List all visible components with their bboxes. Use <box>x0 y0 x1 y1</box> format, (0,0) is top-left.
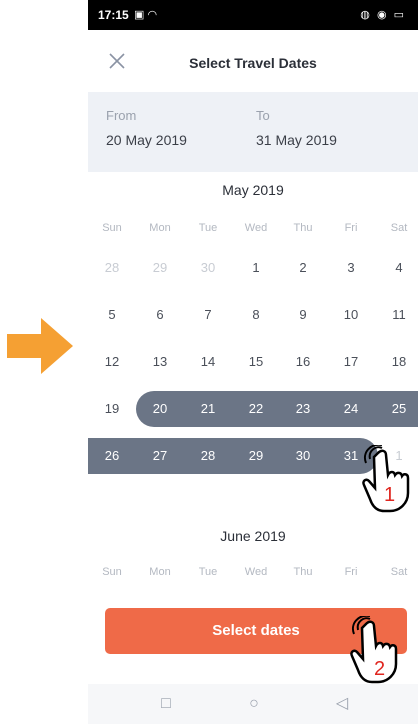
day-cell[interactable]: 15 <box>236 345 276 379</box>
day-cell-selected[interactable]: 25 <box>379 392 418 426</box>
to-label: To <box>256 108 270 123</box>
day-cell-selected[interactable]: 24 <box>331 392 371 426</box>
day-cell-selected[interactable]: 29 <box>236 439 276 473</box>
pointer-arrow-icon <box>7 318 73 374</box>
weekday-label: Fri <box>344 222 358 234</box>
day-cell-selected[interactable]: 30 <box>283 439 323 473</box>
day-cell-selected[interactable]: 23 <box>283 392 323 426</box>
day-cell: 30 <box>200 260 216 275</box>
home-icon[interactable]: ○ <box>244 694 264 714</box>
weekday-label: Wed <box>244 566 268 578</box>
weekday-label: Sun <box>102 222 122 234</box>
system-nav-bar: □ ○ ◁ <box>88 684 418 724</box>
weekday-label: Sat <box>390 222 408 234</box>
day-cell-selected[interactable]: 26 <box>92 439 132 473</box>
day-cell-selected[interactable]: 28 <box>188 439 228 473</box>
system-icons: ◍ ◉ ▭ <box>360 9 406 21</box>
weekday-label: Sat <box>390 566 408 578</box>
from-field[interactable]: From 20 May 2019 <box>106 108 187 148</box>
recent-apps-icon[interactable]: □ <box>156 694 176 714</box>
weekday-label: Wed <box>244 222 268 234</box>
day-cell[interactable]: 10 <box>331 298 371 332</box>
day-cell[interactable]: 5 <box>92 298 132 332</box>
from-label: From <box>106 108 137 123</box>
status-time: 17:15 <box>98 8 129 22</box>
day-cell: 28 <box>104 260 120 275</box>
status-bar: 17:15 ▣ ◠ ◍ ◉ ▭ <box>88 0 418 30</box>
day-cell[interactable]: 3 <box>331 251 371 285</box>
day-cell[interactable]: 12 <box>92 345 132 379</box>
month-title-may: May 2019 <box>222 182 284 198</box>
day-cell[interactable]: 18 <box>379 345 418 379</box>
back-icon[interactable]: ◁ <box>332 694 352 714</box>
weekday-label: Thu <box>293 566 313 578</box>
weekday-row-may: Sun Mon Tue Wed Thu Fri Sat <box>88 222 418 242</box>
phone-screen: 17:15 ▣ ◠ ◍ ◉ ▭ Select Travel Dates From… <box>88 0 418 724</box>
weekday-label: Mon <box>149 222 171 234</box>
weekday-label: Sun <box>102 566 122 578</box>
header: Select Travel Dates <box>88 30 418 92</box>
day-cell[interactable]: 19 <box>92 392 132 426</box>
weekday-row-june: Sun Mon Tue Wed Thu Fri Sat <box>88 566 418 586</box>
day-cell[interactable]: 2 <box>283 251 323 285</box>
day-cell[interactable]: 7 <box>188 298 228 332</box>
day-cell[interactable]: 4 <box>379 251 418 285</box>
day-cell[interactable]: 8 <box>236 298 276 332</box>
day-cell[interactable]: 9 <box>283 298 323 332</box>
day-cell[interactable]: 16 <box>283 345 323 379</box>
from-value: 20 May 2019 <box>106 132 187 148</box>
day-cell[interactable]: 13 <box>140 345 180 379</box>
day-cell[interactable]: 1 <box>236 251 276 285</box>
day-cell-selected[interactable]: 27 <box>140 439 180 473</box>
date-range-panel: From 20 May 2019 To 31 May 2019 <box>88 92 418 172</box>
step-number-1: 1 <box>384 484 396 506</box>
day-cell: 29 <box>152 260 168 275</box>
page-title: Select Travel Dates <box>189 55 317 71</box>
day-cell-selected[interactable]: 20 <box>140 392 180 426</box>
day-cell[interactable]: 17 <box>331 345 371 379</box>
day-cell[interactable]: 14 <box>188 345 228 379</box>
month-title-june: June 2019 <box>220 528 286 544</box>
weekday-label: Thu <box>293 222 313 234</box>
weekday-label: Tue <box>198 222 218 234</box>
day-cell[interactable]: 6 <box>140 298 180 332</box>
weekday-label: Mon <box>149 566 171 578</box>
day-cell[interactable]: 11 <box>379 298 418 332</box>
step-number-2: 2 <box>374 658 386 680</box>
day-cell-selected[interactable]: 21 <box>188 392 228 426</box>
weekday-label: Tue <box>198 566 218 578</box>
day-cell-selected[interactable]: 22 <box>236 392 276 426</box>
notification-icons: ▣ ◠ <box>134 9 158 21</box>
to-field[interactable]: To 31 May 2019 <box>256 108 337 148</box>
weekday-label: Fri <box>344 566 358 578</box>
to-value: 31 May 2019 <box>256 132 337 148</box>
